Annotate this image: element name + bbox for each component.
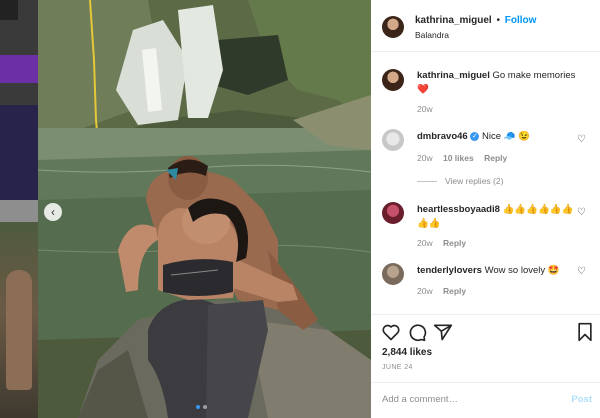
comments-list[interactable]: kathrina_miguel Go make memories ❤️ 20w …: [371, 52, 600, 314]
previous-photo-button[interactable]: ‹: [44, 203, 62, 221]
comment-username[interactable]: tenderlylovers: [417, 265, 482, 276]
comment-text: tenderlylovers Wow so lovely 🤩: [417, 264, 581, 278]
bookmark-icon[interactable]: [575, 322, 595, 342]
caption-body: Go make memories: [492, 70, 576, 81]
comment-divider: [371, 382, 600, 383]
comment-meta: 20w Reply: [417, 238, 474, 248]
caption-meta: 20w: [417, 104, 441, 114]
author-line: kathrina_miguel • Follow: [415, 15, 536, 26]
heart-outline-icon[interactable]: [381, 322, 401, 342]
chevron-left-icon: ‹: [51, 205, 55, 219]
comment-username[interactable]: heartlessboyaadi8: [417, 204, 500, 215]
carousel-dot: [203, 405, 207, 409]
post-header: kathrina_miguel • Follow Balandra: [371, 0, 600, 52]
post-photo[interactable]: [38, 0, 371, 418]
comment-likes[interactable]: 10 likes: [443, 153, 474, 163]
actions-divider: [371, 314, 600, 315]
comment-time: 20w: [417, 153, 433, 163]
post-actions: [381, 322, 596, 344]
comment-bubble-icon[interactable]: [407, 322, 427, 342]
comment-body: Wow so lovely 🤩: [484, 265, 560, 276]
likes-count[interactable]: 2,844 likes: [382, 347, 432, 358]
comment-like-heart-icon[interactable]: ♡: [577, 134, 586, 145]
post-date: JUNE 24: [382, 364, 413, 371]
comment-time: 20w: [417, 286, 433, 296]
post-comment-button[interactable]: Post: [571, 394, 592, 405]
view-replies-button[interactable]: View replies (2): [417, 176, 503, 186]
replies-line: [417, 180, 437, 182]
view-replies-label: View replies (2): [445, 176, 504, 186]
caption-username[interactable]: kathrina_miguel: [417, 70, 490, 81]
comment-avatar[interactable]: [382, 263, 404, 285]
caption-emoji: ❤️: [417, 84, 429, 95]
comment-like-heart-icon[interactable]: ♡: [577, 207, 586, 218]
comment-time: 20w: [417, 238, 433, 248]
carousel-dots: [196, 405, 207, 409]
verified-badge-icon: ✓: [470, 132, 480, 141]
comment-username[interactable]: dmbravo46: [417, 131, 468, 142]
separator-dot: •: [496, 15, 500, 26]
reply-button[interactable]: Reply: [443, 238, 466, 248]
caption-time: 20w: [417, 104, 433, 114]
comment-meta: 20w Reply: [417, 286, 474, 296]
caption-avatar[interactable]: [382, 69, 404, 91]
neighbor-post-backdrop: [0, 0, 38, 418]
reply-button[interactable]: Reply: [443, 286, 466, 296]
post-side-panel: kathrina_miguel • Follow Balandra kathri…: [371, 0, 600, 418]
add-comment-input[interactable]: Add a comment…: [382, 394, 458, 405]
comment-body: Nice 🧢 😉: [481, 131, 530, 142]
comment-text: heartlessboyaadi8 👍👍👍👍👍👍👍👍: [417, 203, 581, 231]
comment-text: dmbravo46 ✓ Nice 🧢 😉: [417, 130, 581, 144]
location-link[interactable]: Balandra: [415, 30, 449, 40]
author-username[interactable]: kathrina_miguel: [415, 15, 492, 26]
caption-text: kathrina_miguel Go make memories ❤️: [417, 69, 581, 97]
comment-avatar[interactable]: [382, 129, 404, 151]
follow-button[interactable]: Follow: [505, 15, 537, 26]
reply-button[interactable]: Reply: [484, 153, 507, 163]
carousel-dot: [196, 405, 200, 409]
comment-avatar[interactable]: [382, 202, 404, 224]
comment-like-heart-icon[interactable]: ♡: [577, 266, 586, 277]
author-avatar[interactable]: [382, 16, 404, 38]
paper-plane-icon[interactable]: [433, 322, 453, 342]
comment-meta: 20w 10 likes Reply: [417, 153, 515, 163]
